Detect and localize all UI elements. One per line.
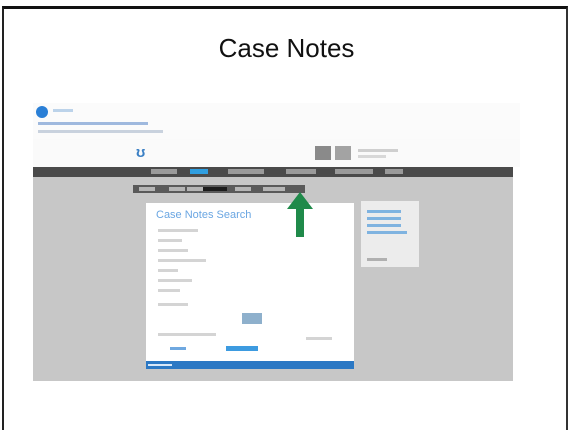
form-field[interactable] (158, 229, 198, 232)
user-info-line (358, 155, 386, 158)
side-link[interactable] (367, 217, 401, 220)
embedded-screenshot: ʊ Case Notes Search (33, 103, 520, 381)
header-button[interactable] (335, 146, 351, 160)
subnav-item[interactable] (139, 187, 155, 191)
form-field[interactable] (158, 279, 192, 282)
nav-item[interactable] (228, 169, 264, 174)
nav-item[interactable] (151, 169, 177, 174)
form-field[interactable] (158, 239, 182, 242)
subnav-item[interactable] (263, 187, 285, 191)
form-field[interactable] (158, 333, 216, 336)
side-link[interactable] (367, 224, 401, 227)
dialog-footer-bar (146, 361, 354, 369)
nav-item[interactable] (286, 169, 316, 174)
browser-toolbar (33, 103, 520, 139)
submit-button[interactable] (226, 346, 258, 351)
bookmarks-bar (38, 130, 163, 133)
page-body: Case Notes Search (33, 177, 520, 381)
scroll-edge (513, 167, 520, 381)
header-button[interactable] (315, 146, 331, 160)
arrow-up-icon (287, 192, 313, 237)
dialog-title: Case Notes Search (156, 209, 252, 221)
subnav-item[interactable] (235, 187, 251, 191)
address-bar[interactable] (38, 122, 148, 125)
form-field[interactable] (158, 303, 188, 306)
footer-label (148, 364, 172, 366)
slide-title: Case Notes (218, 33, 355, 63)
reset-link[interactable] (170, 347, 186, 350)
form-field[interactable] (158, 269, 178, 272)
main-nav (33, 167, 520, 177)
subnav-item[interactable] (187, 187, 203, 191)
browser-tab[interactable] (53, 109, 73, 112)
side-panel (361, 201, 419, 267)
nav-item[interactable] (335, 169, 373, 174)
browser-logo-icon (36, 106, 48, 118)
side-link[interactable] (367, 210, 401, 213)
nav-item[interactable] (385, 169, 403, 174)
side-link[interactable] (367, 231, 407, 234)
form-field[interactable] (158, 289, 180, 292)
side-footer (367, 258, 387, 261)
app-header: ʊ (33, 139, 520, 167)
app-logo: ʊ (136, 144, 146, 161)
form-field[interactable] (158, 249, 188, 252)
case-notes-search-dialog: Case Notes Search (146, 203, 354, 369)
user-info (358, 149, 398, 152)
nav-item-active[interactable] (190, 169, 208, 174)
footer-link[interactable] (306, 337, 332, 340)
sub-nav (133, 185, 305, 193)
subnav-item-case-notes[interactable] (203, 187, 227, 191)
form-field[interactable] (158, 259, 206, 262)
search-button[interactable] (242, 313, 262, 324)
subnav-item[interactable] (169, 187, 185, 191)
